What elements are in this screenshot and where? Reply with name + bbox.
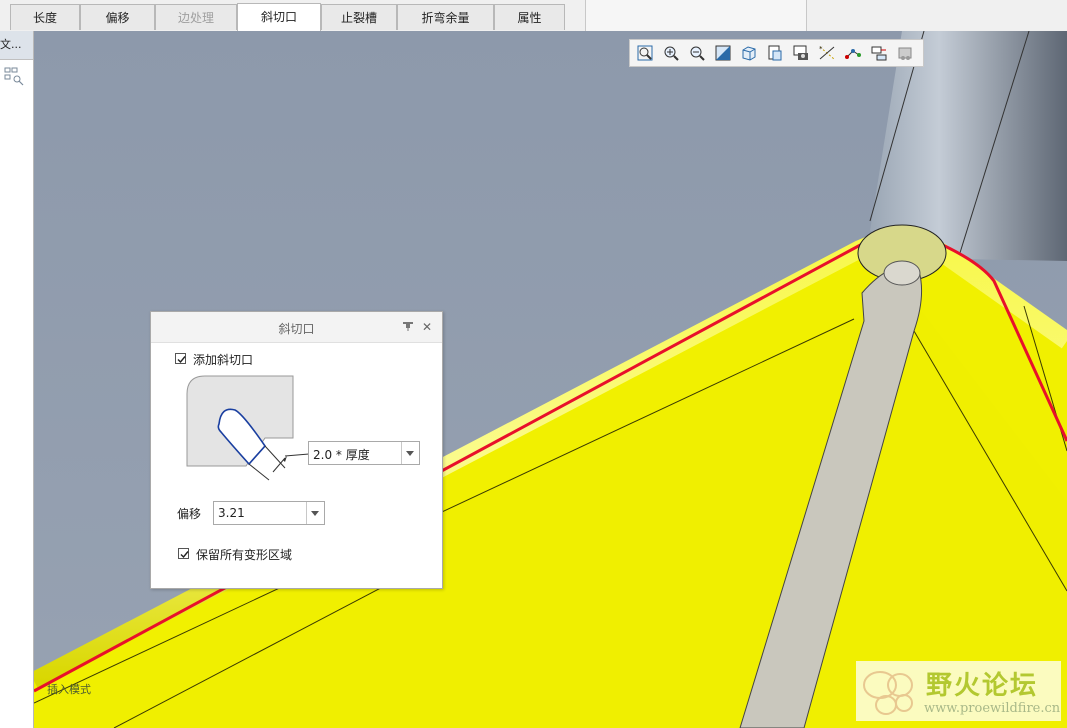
graphics-toolbar: * [629, 39, 924, 67]
tree-filter-icon[interactable] [3, 65, 25, 87]
miter-width-combo[interactable]: 2.0 * 厚度 [308, 441, 420, 465]
forum-watermark: 野火论坛 www.proewildfire.cn [856, 661, 1061, 721]
zoom-in-icon[interactable] [661, 43, 681, 63]
miter-width-value: 2.0 * 厚度 [313, 448, 370, 462]
tab-label: 斜切口 [260, 10, 297, 24]
refit-icon[interactable] [635, 43, 655, 63]
datum-display-icon[interactable]: * [817, 43, 837, 63]
dialog-title: 斜切口 [278, 322, 315, 336]
view-manager-icon[interactable] [791, 43, 811, 63]
butterfly-logo-icon [863, 671, 913, 715]
simulation-display-icon[interactable] [895, 43, 915, 63]
panel-header-text: 文... [0, 38, 22, 51]
spin-center-icon[interactable] [843, 43, 863, 63]
offset-value: 3.21 [218, 506, 245, 520]
cut-slot-end [883, 260, 921, 286]
tab-edge-treatment[interactable]: 边处理 [155, 4, 237, 30]
watermark-url: www.proewildfire.cn [924, 701, 1061, 716]
chevron-down-icon[interactable] [401, 442, 419, 464]
zoom-out-icon[interactable] [687, 43, 707, 63]
miter-cut-dialog: 斜切口 ✕ 添加斜切口 2.0 * 厚度 偏移 3.21 保留所有变形区域 [150, 311, 443, 589]
add-miter-label: 添加斜切口 [193, 353, 254, 367]
repaint-icon[interactable] [713, 43, 733, 63]
tab-label: 属性 [517, 11, 542, 25]
offset-combo[interactable]: 3.21 [213, 501, 325, 525]
pin-icon[interactable] [402, 320, 414, 335]
panel-header[interactable]: 文... [0, 31, 33, 60]
checkmark-icon [180, 551, 189, 559]
watermark-title: 野火论坛 [926, 671, 1039, 701]
tab-label: 边处理 [177, 11, 214, 25]
keep-deform-checkbox[interactable] [178, 548, 189, 559]
display-style-icon[interactable] [739, 43, 759, 63]
status-hint: 插入模式 [47, 683, 91, 696]
tab-label: 长度 [32, 11, 57, 25]
tab-properties[interactable]: 属性 [494, 4, 565, 30]
saved-views-icon[interactable] [765, 43, 785, 63]
svg-text:*: * [819, 45, 823, 53]
tab-relief[interactable]: 止裂槽 [321, 4, 397, 30]
annotation-display-icon[interactable] [869, 43, 889, 63]
add-miter-checkbox[interactable] [175, 353, 186, 364]
tab-miter-cut[interactable]: 斜切口 [237, 3, 321, 31]
tab-label: 偏移 [105, 11, 130, 25]
model-tree-panel: 文... [0, 31, 34, 728]
offset-label: 偏移 [177, 507, 202, 521]
checkmark-icon [177, 356, 186, 364]
keep-deform-label: 保留所有变形区域 [196, 548, 293, 562]
dialog-titlebar[interactable]: 斜切口 ✕ [151, 312, 442, 343]
tab-offset[interactable]: 偏移 [80, 4, 155, 30]
miter-preview-image [186, 375, 310, 481]
feature-tab-bar: 长度 偏移 边处理 斜切口 止裂槽 折弯余量 属性 [0, 0, 1067, 32]
tab-length[interactable]: 长度 [10, 4, 80, 30]
close-icon[interactable]: ✕ [422, 320, 432, 334]
tab-label: 止裂槽 [340, 11, 377, 25]
tab-label: 折弯余量 [421, 11, 470, 25]
tabbar-right-area [585, 0, 807, 31]
chevron-down-icon[interactable] [306, 502, 324, 524]
tab-bend-allowance[interactable]: 折弯余量 [397, 4, 494, 30]
